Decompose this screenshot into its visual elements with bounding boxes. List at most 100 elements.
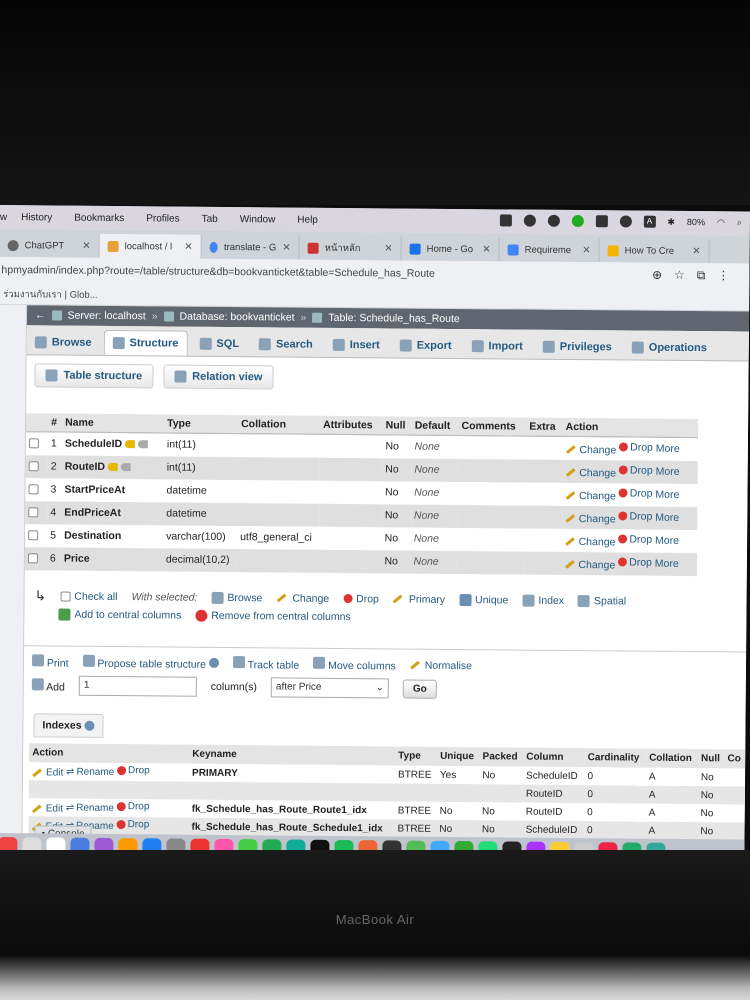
drop-link[interactable]: Drop [618, 556, 652, 568]
column-header[interactable]: Null [382, 416, 412, 436]
breadcrumb-database[interactable]: Database: bookvanticket [180, 311, 295, 324]
drop-index-link[interactable]: Drop [116, 801, 149, 812]
more-link[interactable]: More [655, 512, 679, 524]
go-button[interactable]: Go [402, 679, 437, 699]
screen-icon[interactable] [595, 215, 608, 228]
more-link[interactable]: More [655, 535, 679, 547]
tab-structure[interactable]: Structure [103, 329, 188, 356]
tab-how-to[interactable]: How To Cre ✕ [599, 238, 710, 264]
close-icon[interactable]: ✕ [184, 241, 192, 252]
check-all-label[interactable]: Check all [74, 590, 117, 602]
edit-index-link[interactable]: Edit [32, 767, 63, 779]
tab-translate[interactable]: translate - G ✕ [201, 234, 300, 260]
menu-help[interactable]: Help [297, 214, 318, 225]
tab-import[interactable]: Import [463, 334, 530, 359]
move-columns-link[interactable]: Move columns [313, 656, 396, 672]
drop-index-link[interactable]: Drop [117, 765, 150, 776]
bulk-change-button[interactable]: Change [276, 592, 329, 604]
breadcrumb-table[interactable]: Table: Schedule_has_Route [328, 312, 459, 325]
tab-insert[interactable]: Insert [325, 333, 388, 358]
bulk-spatial-button[interactable]: Spatial [578, 594, 626, 607]
rename-index-link[interactable]: ⇌Rename [66, 803, 114, 814]
track-table-link[interactable]: Track table [232, 656, 299, 672]
drop-link[interactable]: Drop [618, 510, 652, 522]
collapse-arrow-icon[interactable]: ← [35, 309, 46, 321]
drop-index-link[interactable]: Drop [116, 819, 149, 830]
drop-link[interactable]: Drop [618, 487, 653, 499]
check-all-checkbox[interactable] [60, 591, 71, 602]
menu-tab[interactable]: Tab [202, 213, 218, 224]
close-icon[interactable]: ✕ [692, 246, 700, 257]
normalise-link[interactable]: Normalise [410, 659, 472, 672]
bulk-index-button[interactable]: Index [522, 594, 564, 606]
change-link[interactable]: Change [565, 444, 616, 456]
change-link[interactable]: Change [565, 512, 616, 525]
drop-link[interactable]: Drop [618, 464, 653, 476]
status-icon[interactable] [499, 214, 512, 227]
column-header[interactable]: Type [164, 414, 239, 434]
bulk-browse-button[interactable]: Browse [211, 591, 262, 604]
drop-link[interactable]: Drop [618, 533, 652, 545]
tab-export[interactable]: Export [392, 333, 460, 358]
menu-profiles[interactable]: Profiles [146, 213, 179, 224]
change-link[interactable]: Change [565, 466, 616, 479]
add-column-count-input[interactable]: 1 [78, 675, 197, 697]
check-all-control[interactable]: Check all [60, 590, 118, 603]
drop-link[interactable]: Drop [619, 441, 653, 453]
menu-bookmarks[interactable]: Bookmarks [74, 212, 124, 223]
column-header[interactable]: Extra [526, 417, 563, 437]
breadcrumb-server[interactable]: Server: localhost [67, 310, 145, 323]
tab-localhost[interactable]: localhost / l ✕ [99, 233, 202, 259]
row-checkbox[interactable] [28, 507, 39, 518]
relation-view-button[interactable]: Relation view [163, 364, 274, 390]
close-icon[interactable]: ✕ [482, 244, 490, 255]
table-structure-button[interactable]: Table structure [34, 363, 154, 389]
volume-icon[interactable] [619, 215, 632, 228]
column-header[interactable]: Collation [238, 415, 321, 435]
row-checkbox[interactable] [28, 530, 39, 541]
change-link[interactable]: Change [564, 535, 615, 548]
close-icon[interactable]: ✕ [282, 242, 290, 253]
edit-index-link[interactable]: Edit [31, 803, 63, 815]
menu-history[interactable]: History [21, 212, 52, 223]
column-header[interactable]: Attributes [320, 415, 383, 435]
input-source-icon[interactable]: A [643, 215, 656, 228]
help-icon[interactable] [84, 720, 95, 732]
column-position-select[interactable]: after Price ⌄ [270, 677, 390, 699]
bulk-drop-button[interactable]: Drop [343, 593, 379, 605]
tab-browse[interactable]: Browse [27, 330, 100, 355]
table-row[interactable]: 6 Price decimal(10,2) No None Change Drop Mor… [24, 546, 697, 576]
row-checkbox[interactable] [28, 461, 39, 472]
bulk-primary-button[interactable]: Primary [393, 593, 445, 605]
column-header[interactable]: Name [62, 413, 165, 433]
more-link[interactable]: More [655, 558, 679, 570]
row-checkbox[interactable] [28, 438, 39, 449]
change-link[interactable]: Change [565, 489, 616, 502]
tab-operations[interactable]: Operations [624, 335, 715, 360]
column-header[interactable]: Default [411, 416, 459, 436]
more-link[interactable]: More [656, 443, 680, 455]
tab-search[interactable]: Search [251, 332, 321, 357]
wifi-icon[interactable]: ◠ [717, 217, 725, 228]
close-icon[interactable]: ✕ [384, 243, 392, 254]
indexes-header[interactable]: Indexes [33, 713, 104, 738]
change-link[interactable]: Change [564, 558, 615, 571]
tab-requirements[interactable]: Requireme ✕ [499, 237, 600, 263]
bookmark-item[interactable]: ร่วมงานกับเรา | Glob... [3, 289, 97, 301]
print-link[interactable]: Print [31, 654, 69, 670]
close-icon[interactable]: ✕ [582, 245, 590, 256]
bookmark-star-icon[interactable]: ☆ [674, 268, 685, 283]
rename-index-link[interactable]: ⇌Rename [66, 767, 114, 778]
menu-item[interactable]: w [0, 211, 7, 222]
close-icon[interactable]: ✕ [82, 240, 90, 251]
remove-central-columns-button[interactable]: Remove from central columns [195, 609, 351, 623]
battery-percent[interactable]: 80% [687, 217, 705, 227]
menu-window[interactable]: Window [240, 214, 276, 225]
spotlight-icon[interactable]: ⌕ [737, 217, 742, 228]
url-text[interactable]: hpmyadmin/index.php?route=/table/structu… [1, 264, 435, 280]
menu-icon[interactable]: ⋮ [717, 268, 729, 283]
tab-privileges[interactable]: Privileges [535, 335, 620, 360]
column-header[interactable]: Action [562, 417, 699, 438]
zoom-icon[interactable]: ⊕ [652, 268, 662, 283]
row-checkbox[interactable] [27, 553, 38, 564]
